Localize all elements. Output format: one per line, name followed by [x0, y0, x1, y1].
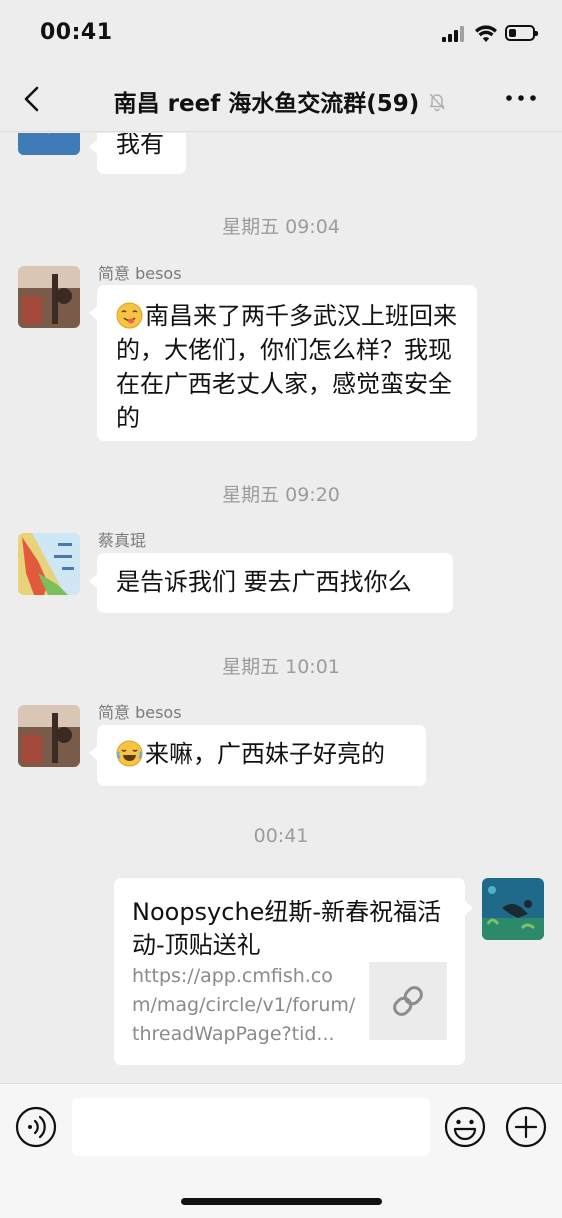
avatar-member-partial[interactable] [18, 133, 80, 155]
tongue-wink-emoji-icon [116, 302, 143, 329]
status-bar: 00:41 [0, 0, 562, 66]
message-text: 来嘛，广西妹子好亮的 [145, 740, 385, 768]
battery-icon [505, 25, 538, 41]
link-url: https://app.cmfish.com/mag/circle/v1/for… [132, 965, 356, 1045]
wifi-icon [475, 25, 497, 42]
avatar-image [482, 878, 544, 940]
avatar-jianyi[interactable] [18, 705, 80, 767]
message-bubble[interactable]: 我有 [89, 133, 186, 174]
link-thumbnail [369, 962, 447, 1040]
avatar-image [18, 133, 80, 155]
chat-title: 南昌 reef 海水鱼交流群(59) [113, 91, 420, 117]
link-title: Noopsyche纽斯-新春祝福活动-顶贴送礼 [132, 898, 442, 959]
time-separator: 星期五 09:20 [222, 484, 340, 506]
message-bubble[interactable]: 来嘛，广西妹子好亮的 [89, 725, 426, 786]
battery-level [509, 29, 516, 37]
avatar-image [18, 533, 80, 595]
avatar-image [18, 266, 80, 328]
home-indicator[interactable] [181, 1198, 382, 1205]
emoji-button[interactable] [444, 1106, 486, 1148]
sender-name: 简意 besos [98, 703, 182, 722]
link-icon [393, 986, 423, 1016]
more-options-button[interactable] [504, 86, 538, 110]
time-separator: 星期五 09:04 [222, 216, 340, 238]
chat-header: 南昌 reef 海水鱼交流群(59) [0, 66, 562, 132]
message-input[interactable] [72, 1098, 430, 1156]
time-separator: 00:41 [253, 825, 309, 847]
avatar-image [18, 705, 80, 767]
avatar-caizhenkun[interactable] [18, 533, 80, 595]
sender-name: 蔡真琨 [98, 531, 147, 550]
message-bubble[interactable]: 南昌来了两千多武汉上班回来的，大佬们，你们怎么样？我现在在广西老丈人家，感觉蛮安… [89, 285, 477, 441]
message-text: 我有 [116, 133, 164, 158]
cellular-signal-icon [442, 26, 466, 42]
status-time: 00:41 [40, 20, 113, 45]
title-wrap: 南昌 reef 海水鱼交流群(59) [0, 84, 562, 118]
chat-message-list[interactable]: 我有 星期五 09:04 简意 besos 南昌来了两千多武汉上班回来的，大佬们… [0, 133, 562, 1083]
laughing-tears-emoji-icon [116, 740, 143, 767]
message-bubble[interactable]: 是告诉我们 要去广西找你么 [89, 553, 453, 613]
message-text: 南昌来了两千多武汉上班回来的，大佬们，你们怎么样？我现在在广西老丈人家，感觉蛮安… [116, 302, 457, 432]
avatar-self[interactable] [482, 878, 544, 940]
avatar-jianyi[interactable] [18, 266, 80, 328]
sender-name: 简意 besos [98, 264, 182, 283]
more-functions-button[interactable] [505, 1106, 547, 1148]
voice-input-button[interactable] [15, 1106, 57, 1148]
mute-bell-icon [429, 93, 445, 112]
link-card-message[interactable]: Noopsyche纽斯-新春祝福活动-顶贴送礼 https://app.cmfi… [114, 878, 473, 1065]
message-text: 是告诉我们 要去广西找你么 [116, 568, 412, 596]
time-separator: 星期五 10:01 [222, 656, 340, 678]
